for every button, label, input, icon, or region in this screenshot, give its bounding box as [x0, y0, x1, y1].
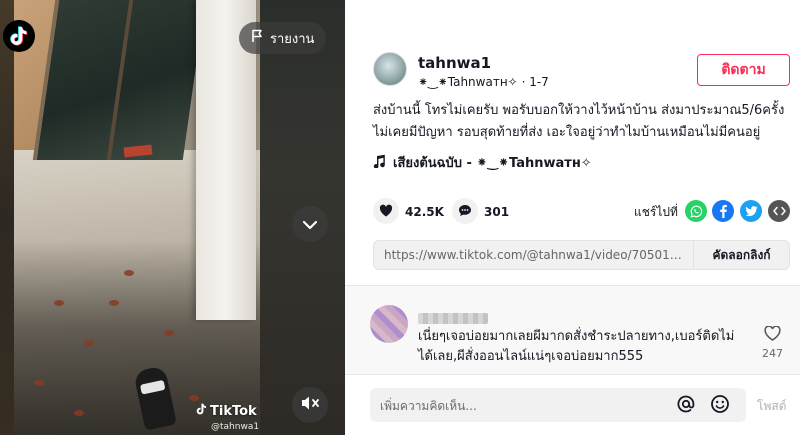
watermark: TikTok [196, 403, 257, 419]
mute-button[interactable] [292, 387, 328, 423]
comment-input[interactable]: เพิ่มความคิดเห็น... [370, 388, 746, 422]
leaf [34, 380, 44, 386]
tiktok-logo-icon[interactable] [3, 20, 35, 52]
flag-icon [251, 29, 264, 47]
chevron-down-icon [302, 215, 318, 234]
video-window [32, 0, 206, 160]
comment-button[interactable] [452, 198, 478, 224]
copy-link-button[interactable]: คัดลอกลิงก์ [693, 241, 789, 269]
leaf [189, 395, 199, 401]
report-label: รายงาน [270, 31, 315, 47]
comment-line: ได้เลย,ผีสั่งออนไลน์แน่ๆเจอบ่อยมาก555 [418, 349, 644, 364]
comment-like[interactable]: 247 [762, 325, 783, 360]
comment-input-placeholder: เพิ่มความคิดเห็น... [380, 399, 477, 413]
tiktok-video-page: รายงาน TikTok @tahnwa1 tahnwa1 ⁕‿⁕Tahnwa… [0, 0, 800, 435]
leaf [124, 270, 134, 276]
share-label: แชร์ไปที่ [634, 205, 678, 219]
like-count: 42.5K [405, 205, 444, 219]
leaf [74, 410, 84, 416]
follow-button[interactable]: ติดตาม [697, 54, 790, 86]
watermark-brand: TikTok [210, 403, 257, 419]
leaf [164, 330, 174, 336]
twitter-icon[interactable] [740, 200, 762, 222]
music-note-icon [373, 154, 385, 172]
like-button[interactable] [373, 198, 399, 224]
next-video-button[interactable] [292, 206, 328, 242]
comment-text: เนี่ยๆเจอบ่อยมากเลยผีมากดสั่งชำระปลายทาง… [418, 327, 748, 367]
meta-separator: · [521, 75, 526, 89]
video-player[interactable] [14, 0, 260, 435]
watermark-user: @tahnwa1 [211, 422, 260, 432]
post-comment-button[interactable]: โพสต์ [757, 397, 786, 416]
video-caption: ส่งบ้านนี้ โทรไม่เคยรับ พอรับบอกให้วางไว… [373, 100, 793, 144]
share-link-box: https://www.tiktok.com/@tahnwa1/video/70… [373, 240, 790, 270]
author-nickname: ⁕‿⁕Tahnwaтн✧ [418, 75, 518, 89]
heart-icon [379, 202, 393, 221]
leaf [54, 300, 64, 306]
music-link[interactable]: เสียงต้นฉบับ - ⁕‿⁕Tahnwaтн✧ [373, 152, 592, 173]
comment-avatar[interactable] [370, 305, 408, 343]
author-username[interactable]: tahnwa1 [418, 54, 491, 72]
whatsapp-icon[interactable] [685, 200, 707, 222]
author-meta: ⁕‿⁕Tahnwaтн✧ · 1-7 [418, 75, 549, 89]
video-stage: รายงาน TikTok @tahnwa1 [0, 0, 345, 435]
share-link-text[interactable]: https://www.tiktok.com/@tahnwa1/video/70… [384, 248, 684, 262]
report-button[interactable]: รายงาน [239, 22, 327, 54]
comment-like-count: 247 [762, 347, 783, 360]
leaf [84, 340, 94, 346]
mute-icon [300, 395, 320, 415]
author-avatar[interactable] [373, 52, 407, 86]
tiktok-watermark-icon [196, 403, 207, 419]
at-icon[interactable] [676, 394, 696, 418]
comment-line: เนี่ยๆเจอบ่อยมากเลยผีมากดสั่งชำระปลายทาง… [418, 329, 735, 344]
embed-icon[interactable] [768, 200, 790, 222]
emoji-icon[interactable] [710, 394, 730, 418]
caption-line: ไม่เคยมีปัญหา รอบสุดท้ายที่ส่ง เอะใจอยู่… [373, 125, 761, 140]
caption-line: ส่งบ้านนี้ โทรไม่เคยรับ พอรับบอกให้วางไว… [373, 103, 785, 118]
facebook-icon[interactable] [712, 200, 734, 222]
post-date: 1-7 [529, 75, 549, 89]
music-title: เสียงต้นฉบับ - ⁕‿⁕Tahnwaтн✧ [393, 156, 592, 171]
comment-bubble-icon [458, 202, 472, 221]
heart-outline-icon[interactable] [764, 325, 781, 345]
comment-count: 301 [484, 205, 510, 219]
comment-author-name-blurred[interactable] [418, 313, 488, 324]
background-blur-left [0, 0, 14, 435]
leaf [109, 300, 119, 306]
